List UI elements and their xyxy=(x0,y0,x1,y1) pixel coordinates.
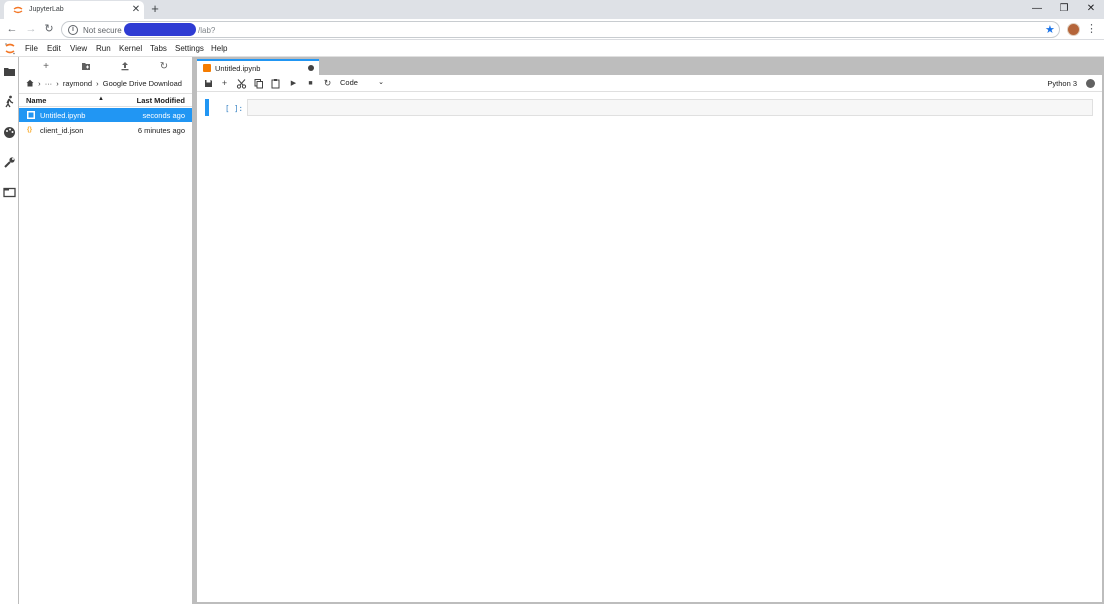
breadcrumb-raymond[interactable]: raymond xyxy=(63,79,92,88)
jupyter-favicon-icon xyxy=(13,6,23,14)
column-last-modified[interactable]: Last Modified xyxy=(137,96,185,105)
new-launcher-button[interactable]: + xyxy=(39,60,53,73)
address-bar[interactable]: i Not secure /lab? ★ xyxy=(61,21,1060,38)
redacted-host xyxy=(124,23,196,36)
menu-file[interactable]: File xyxy=(25,44,38,53)
close-window-button[interactable]: ✕ xyxy=(1084,2,1098,16)
star-icon[interactable]: ★ xyxy=(1045,23,1055,36)
breadcrumb-ellipsis[interactable]: ··· xyxy=(45,79,53,88)
notebook-tab-title: Untitled.ipynb xyxy=(215,64,261,73)
cut-icon[interactable] xyxy=(235,77,248,90)
run-button[interactable]: ▶ xyxy=(287,77,300,90)
upload-icon[interactable] xyxy=(118,60,132,73)
left-activity-bar xyxy=(0,57,19,604)
column-name[interactable]: Name xyxy=(26,96,46,105)
breadcrumb: › ··· › raymond › Google Drive Download xyxy=(26,79,184,88)
menu-view[interactable]: View xyxy=(70,44,87,53)
new-tab-button[interactable]: + xyxy=(148,2,162,16)
running-icon[interactable] xyxy=(3,95,16,108)
browser-menu-icon[interactable]: ⋮ xyxy=(1086,22,1097,36)
jupyter-logo-icon xyxy=(5,43,15,55)
file-modified: 6 minutes ago xyxy=(137,126,185,135)
cell-collapser[interactable] xyxy=(205,99,209,116)
main-dock-area: Untitled.ipynb + ▶ ■ ↻ Code ⌄ Python 3 [… xyxy=(195,57,1104,604)
notebook-tab[interactable]: Untitled.ipynb xyxy=(197,59,319,75)
cell-prompt: [ ]: xyxy=(225,104,244,113)
cell-type-dropdown[interactable]: Code ⌄ xyxy=(340,78,384,89)
menu-run[interactable]: Run xyxy=(96,44,111,53)
notebook-icon xyxy=(27,111,35,119)
browser-toolbar: ← → ↻ i Not secure /lab? ★ ⋮ xyxy=(0,19,1104,40)
kernel-status-icon xyxy=(1086,79,1095,88)
copy-icon[interactable] xyxy=(252,77,265,90)
menu-tabs[interactable]: Tabs xyxy=(150,44,167,53)
file-browser-toolbar: + ↻ xyxy=(19,57,192,75)
jupyter-menubar: File Edit View Run Kernel Tabs Settings … xyxy=(0,40,1104,57)
cell-type-value: Code xyxy=(340,78,358,87)
restart-button[interactable]: ↻ xyxy=(321,77,334,90)
stop-button[interactable]: ■ xyxy=(304,77,317,90)
browser-tab-strip: JupyterLab ✕ + — ❐ ✕ xyxy=(0,0,1104,19)
notebook-panel: + ▶ ■ ↻ Code ⌄ Python 3 []: xyxy=(197,75,1102,602)
paste-icon[interactable] xyxy=(269,77,282,90)
sort-ascending-icon[interactable]: ▲ xyxy=(98,96,104,102)
breadcrumb-google-drive-download[interactable]: Google Drive Download xyxy=(103,79,182,88)
close-tab-icon[interactable]: ✕ xyxy=(130,3,142,16)
tabs-icon[interactable] xyxy=(3,186,16,199)
folder-icon[interactable] xyxy=(3,65,16,78)
restore-button[interactable]: ❐ xyxy=(1057,2,1071,16)
file-modified: seconds ago xyxy=(142,111,185,120)
browser-tab[interactable]: JupyterLab ✕ xyxy=(4,1,144,19)
menu-edit[interactable]: Edit xyxy=(47,44,61,53)
wrench-icon[interactable] xyxy=(3,156,16,169)
breadcrumb-separator: › xyxy=(96,79,99,88)
refresh-button[interactable]: ↻ xyxy=(157,60,171,73)
file-list-header: Name ▲ Last Modified xyxy=(19,93,192,107)
new-folder-icon[interactable] xyxy=(79,60,93,73)
cell-input-editor[interactable] xyxy=(247,99,1093,116)
save-icon[interactable] xyxy=(202,77,215,90)
notebook-icon xyxy=(203,64,211,72)
chevron-down-icon: ⌄ xyxy=(378,79,384,86)
home-icon[interactable] xyxy=(26,79,34,87)
info-icon[interactable]: i xyxy=(68,25,78,35)
menu-settings[interactable]: Settings xyxy=(175,44,204,53)
kernel-name[interactable]: Python 3 xyxy=(1047,79,1077,88)
file-name: client_id.json xyxy=(40,126,84,135)
file-browser-panel: + ↻ › ··· › raymond › Google Drive Downl… xyxy=(19,57,192,604)
json-icon: {} xyxy=(27,126,33,133)
reload-button[interactable]: ↻ xyxy=(42,22,56,36)
file-row-untitled-ipynb[interactable]: Untitled.ipynb seconds ago xyxy=(19,108,192,122)
browser-tab-title: JupyterLab xyxy=(29,6,64,13)
menu-help[interactable]: Help xyxy=(211,44,227,53)
forward-button[interactable]: → xyxy=(24,22,38,36)
file-row-client-id-json[interactable]: {} client_id.json 6 minutes ago xyxy=(19,123,192,137)
menu-kernel[interactable]: Kernel xyxy=(119,44,142,53)
minimize-button[interactable]: — xyxy=(1030,2,1044,16)
back-button[interactable]: ← xyxy=(5,22,19,36)
unsaved-indicator-icon[interactable] xyxy=(308,65,314,71)
breadcrumb-separator: › xyxy=(38,79,41,88)
breadcrumb-separator: › xyxy=(56,79,59,88)
palette-icon[interactable] xyxy=(3,126,16,139)
url-path: /lab? xyxy=(198,26,216,35)
code-cell[interactable]: [ ]: xyxy=(203,99,1093,117)
file-name: Untitled.ipynb xyxy=(40,111,86,120)
security-label: Not secure xyxy=(83,26,122,35)
browser-window: JupyterLab ✕ + — ❐ ✕ ← → ↻ i Not secure … xyxy=(0,0,1104,604)
profile-avatar[interactable] xyxy=(1067,23,1080,36)
notebook-toolbar: + ▶ ■ ↻ Code ⌄ Python 3 xyxy=(197,75,1102,92)
insert-cell-button[interactable]: + xyxy=(218,77,231,90)
